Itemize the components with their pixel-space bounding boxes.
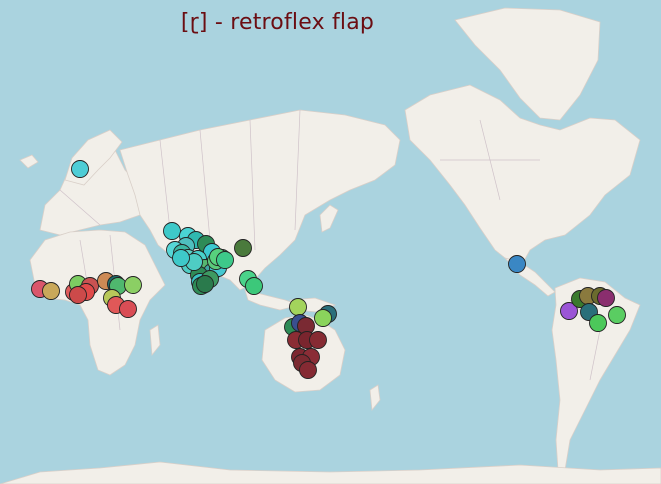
language-marker-south-asia[interactable] [234, 239, 252, 257]
language-marker-south-asia[interactable] [163, 222, 181, 240]
language-marker-mexico[interactable] [508, 255, 526, 273]
language-marker-west-africa[interactable] [124, 276, 142, 294]
language-marker-australia-new-guinea[interactable] [309, 331, 327, 349]
language-marker-south-asia[interactable] [216, 251, 234, 269]
language-marker-south-america[interactable] [597, 289, 615, 307]
language-marker-south-america[interactable] [589, 314, 607, 332]
language-marker-west-africa[interactable] [69, 286, 87, 304]
language-marker-south-asia[interactable] [172, 249, 190, 267]
language-marker-australia-new-guinea[interactable] [299, 361, 317, 379]
world-map[interactable]: [ɽ] - retroflex flap [0, 0, 661, 484]
language-marker-southeast-asia[interactable] [245, 277, 263, 295]
language-marker-south-asia[interactable] [196, 275, 214, 293]
language-marker-australia-new-guinea[interactable] [314, 309, 332, 327]
language-marker-australia-new-guinea[interactable] [289, 298, 307, 316]
language-marker-west-africa[interactable] [119, 300, 137, 318]
marker-layer [31, 160, 626, 379]
language-marker-west-africa[interactable] [42, 282, 60, 300]
language-marker-scandinavia[interactable] [71, 160, 89, 178]
language-marker-south-america[interactable] [608, 306, 626, 324]
